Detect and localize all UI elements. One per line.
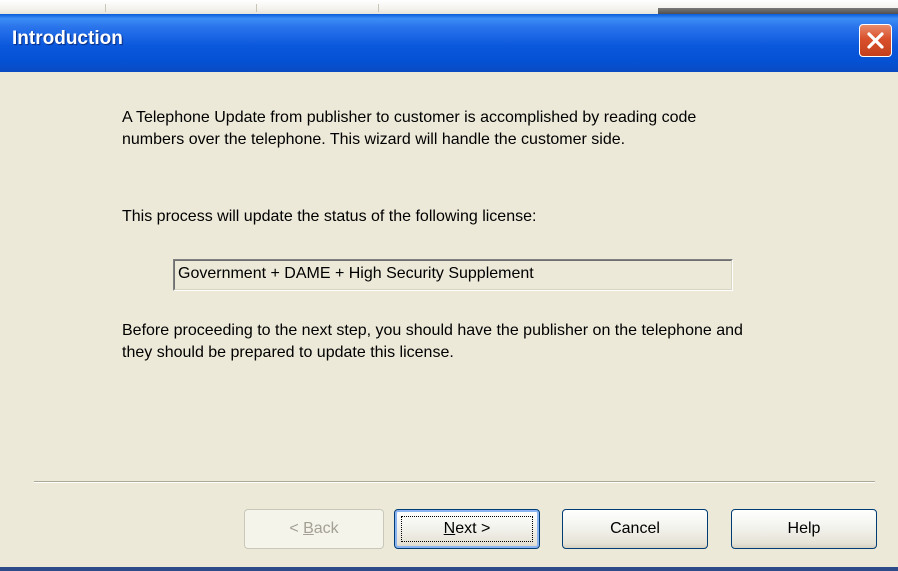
back-button-label: ack — [313, 520, 339, 537]
wizard-window: Introduction A Telephone Update from pub… — [0, 0, 898, 571]
back-button-mnemonic: B — [303, 520, 314, 537]
edge-mark — [256, 4, 257, 12]
title-bar[interactable]: Introduction — [0, 14, 898, 72]
license-name-field: Government + DAME + High Security Supple… — [173, 259, 733, 291]
button-separator — [34, 481, 875, 483]
license-prompt: This process will update the status of t… — [122, 208, 537, 225]
help-button[interactable]: Help — [731, 509, 877, 549]
edge-mark — [105, 4, 106, 12]
cancel-button[interactable]: Cancel — [562, 509, 708, 549]
intro-paragraph: A Telephone Update from publisher to cus… — [122, 109, 697, 148]
background-window-edge — [0, 0, 898, 14]
license-name-value: Government + DAME + High Security Supple… — [178, 265, 534, 282]
window-bottom-border — [0, 567, 898, 571]
next-button[interactable]: Next > — [394, 509, 540, 549]
edge-mark — [378, 4, 379, 12]
instructions-paragraph: Before proceeding to the next step, you … — [122, 322, 743, 361]
back-button[interactable]: < Back — [244, 509, 384, 549]
close-button[interactable] — [859, 24, 892, 57]
focus-rectangle — [401, 516, 533, 542]
window-title: Introduction — [12, 28, 123, 49]
close-icon — [867, 32, 884, 49]
back-button-prefix: < — [289, 520, 304, 537]
